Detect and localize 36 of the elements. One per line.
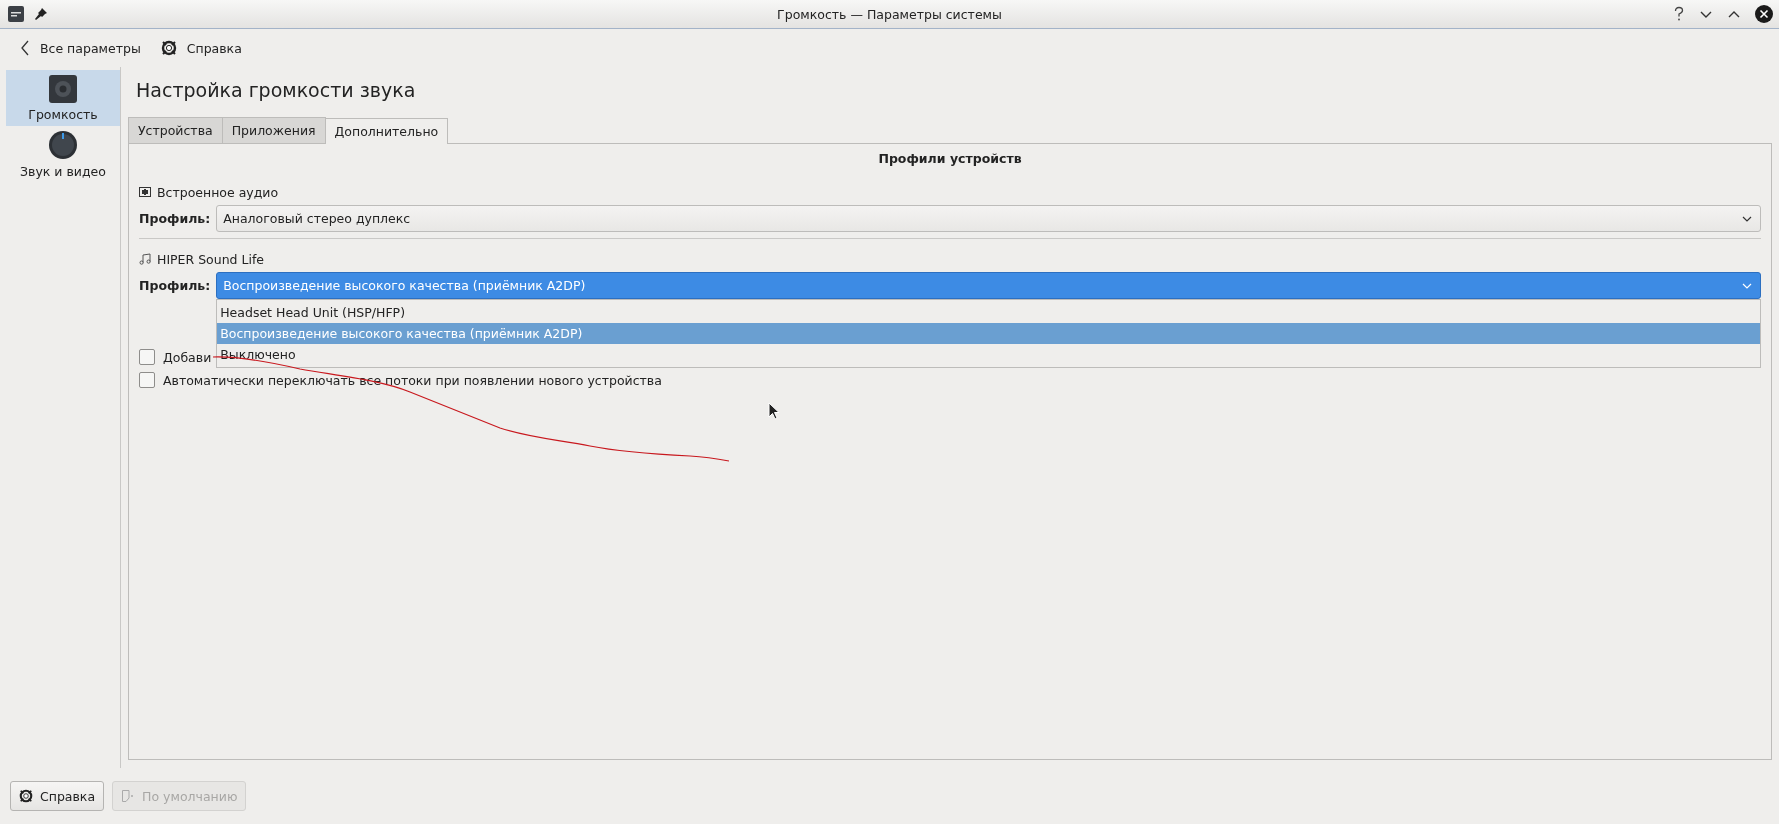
help-button[interactable]: Справка: [156, 38, 246, 58]
knob-icon: [48, 129, 78, 160]
sound-card-icon: [139, 187, 151, 197]
help-button[interactable]: Справка: [10, 781, 105, 811]
help-icon[interactable]: [1673, 6, 1685, 22]
document-icon: [121, 789, 136, 803]
checkbox-label: Добави: [163, 349, 212, 365]
tab[interactable]: Устройства: [128, 117, 223, 143]
close-icon[interactable]: [1755, 5, 1773, 23]
speaker-icon: [49, 74, 77, 103]
section-title: Профили устройств: [877, 150, 1023, 168]
chevron-down-icon: [1742, 215, 1752, 222]
tab[interactable]: Дополнительно: [324, 118, 449, 144]
sidebar-item[interactable]: Громкость: [6, 70, 120, 126]
device-name: Встроенное аудио: [157, 184, 279, 200]
dropdown-option[interactable]: Headset Head Unit (HSP/HFP): [217, 302, 1760, 323]
window-title: Громкость — Параметры системы: [777, 6, 1002, 22]
cursor-icon: [768, 402, 780, 420]
music-note-icon: [139, 253, 151, 265]
lifebuoy-icon: [160, 40, 177, 56]
chevron-down-icon: [1742, 282, 1752, 289]
back-button[interactable]: Все параметры: [16, 38, 145, 58]
device-name: HIPER Sound Life: [157, 251, 265, 267]
pin-icon[interactable]: [34, 7, 48, 21]
profile-dropdown[interactable]: Аналоговый стерео дуплекс: [216, 205, 1761, 232]
sidebar-item[interactable]: Звук и видео: [6, 126, 120, 182]
page-title: Настройка громкости звука: [135, 78, 417, 103]
tab[interactable]: Приложения: [221, 117, 326, 143]
lifebuoy-icon: [19, 789, 33, 803]
back-icon: [20, 40, 30, 56]
dropdown-option[interactable]: Выключено: [217, 344, 1760, 365]
profile-label: Профиль:: [139, 211, 211, 226]
checkbox[interactable]: [139, 372, 155, 388]
profile-label: Профиль:: [139, 278, 211, 293]
app-icon[interactable]: [8, 6, 24, 22]
checkbox[interactable]: [139, 349, 155, 365]
